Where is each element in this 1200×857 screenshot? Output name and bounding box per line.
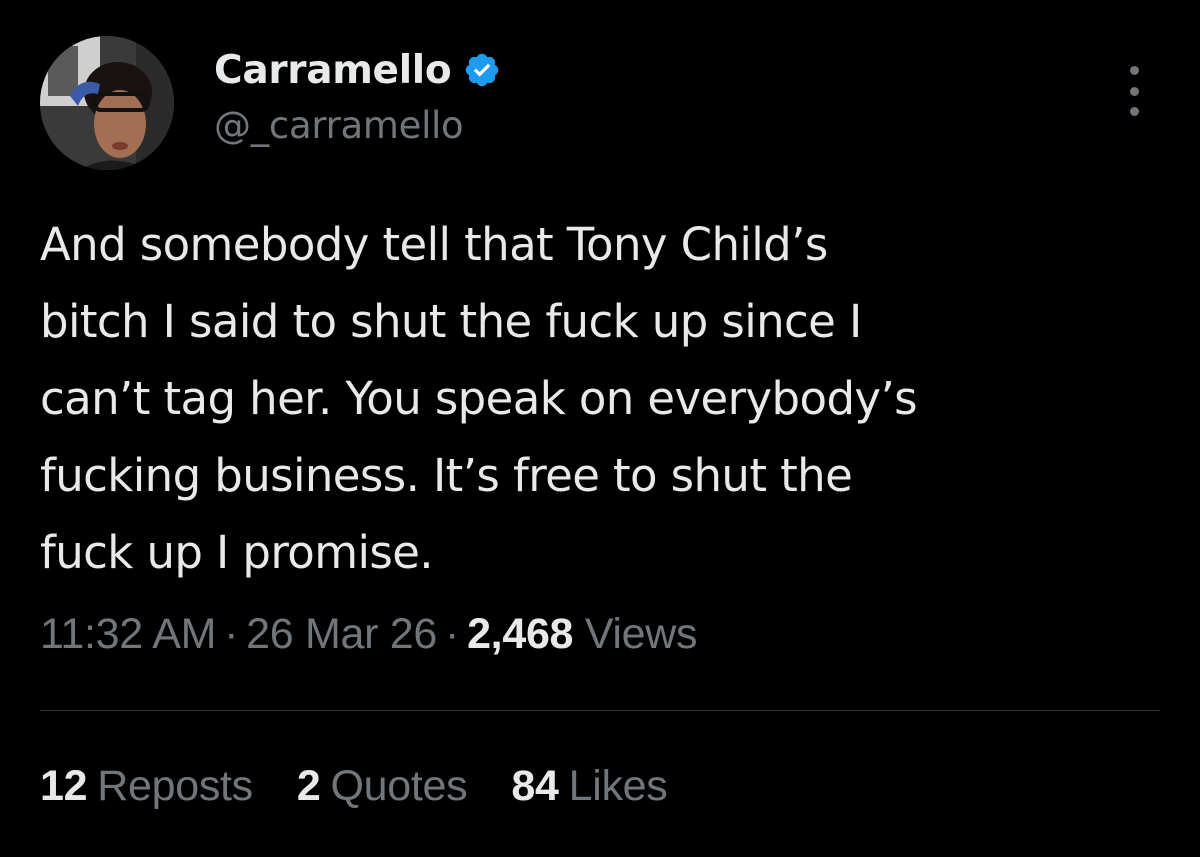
likes-label: Likes xyxy=(568,762,668,810)
tweet-text-line: bitch I said to shut the fuck up since I xyxy=(40,295,862,348)
tweet-text-line: can’t tag her. You speak on everybody’s xyxy=(40,372,918,425)
more-dot xyxy=(1129,107,1139,116)
quotes-label: Quotes xyxy=(330,762,468,810)
tweet-text-line: fuck up I promise. xyxy=(40,526,434,579)
engagement-stats: 12 Reposts 2 Quotes 84 Likes xyxy=(40,762,711,811)
tweet-date[interactable]: 26 Mar 26 xyxy=(246,610,437,658)
meta-separator: · xyxy=(445,610,460,658)
likes-stat[interactable]: 84 Likes xyxy=(511,762,667,811)
verified-badge-icon xyxy=(463,51,501,89)
reposts-count: 12 xyxy=(40,762,88,810)
user-handle[interactable]: @_carramello xyxy=(214,104,464,147)
tweet-metadata: 11:32 AM · 26 Mar 26 · 2,468 Views xyxy=(40,610,698,659)
author-name-row: Carramello xyxy=(214,40,501,100)
tweet-text-line: And somebody tell that Tony Child’s xyxy=(40,218,828,271)
tweet-time[interactable]: 11:32 AM xyxy=(40,610,216,658)
tweet-text-line: fucking business. It’s free to shut the xyxy=(40,449,853,502)
more-dot xyxy=(1129,66,1139,75)
quotes-count: 2 xyxy=(296,762,321,810)
reposts-stat[interactable]: 12 Reposts xyxy=(40,762,253,811)
tweet-card: Carramello @_carramello And somebody tel… xyxy=(0,0,1200,857)
quotes-stat[interactable]: 2 Quotes xyxy=(296,762,468,811)
likes-count: 84 xyxy=(511,762,559,810)
views-label: Views xyxy=(584,610,698,658)
views-count: 2,468 xyxy=(467,610,574,658)
tweet-text: And somebody tell that Tony Child’s bitc… xyxy=(40,206,1150,591)
avatar[interactable] xyxy=(40,36,174,170)
avatar-image xyxy=(40,36,174,170)
divider xyxy=(40,710,1160,711)
display-name[interactable]: Carramello xyxy=(214,48,452,93)
more-dot xyxy=(1129,86,1139,96)
reposts-label: Reposts xyxy=(97,762,253,810)
more-options-icon[interactable] xyxy=(1122,66,1146,116)
meta-separator: · xyxy=(224,610,239,658)
